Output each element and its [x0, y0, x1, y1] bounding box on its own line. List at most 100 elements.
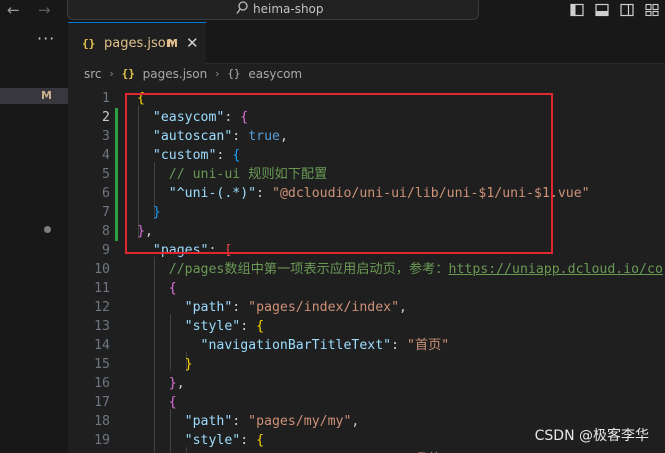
breadcrumb-symbol[interactable]: easycom	[248, 66, 302, 82]
code-token-punct	[137, 357, 185, 372]
line-number: 17	[94, 395, 110, 410]
code-token-link[interactable]: https://uniapp.dcloud.io/co	[449, 262, 663, 277]
git-modified-marker[interactable]	[115, 203, 118, 222]
json-file-icon: {}	[121, 67, 135, 80]
command-center-text: heima-shop	[253, 2, 324, 16]
code-line[interactable]: 11 {	[68, 279, 665, 298]
layout-controls	[570, 2, 659, 18]
code-token-punct: ,	[176, 376, 185, 391]
code-text: "style": {	[137, 317, 264, 336]
code-text: }	[137, 355, 193, 374]
annotation-highlight-box	[125, 93, 553, 254]
code-text: },	[137, 374, 185, 393]
line-number: 14	[94, 338, 110, 353]
line-number: 16	[94, 376, 110, 391]
code-text: "path": "pages/my/my",	[137, 412, 360, 431]
breadcrumb: src › {} pages.json › {} easycom	[84, 66, 302, 82]
code-token-punct	[137, 395, 169, 410]
line-number: 3	[102, 129, 110, 144]
line-number: 5	[102, 167, 110, 182]
code-token-brace2: {	[168, 281, 177, 296]
code-token-punct	[137, 338, 201, 353]
code-token-brace1: }	[184, 357, 193, 372]
code-text: //pages数组中第一项表示应用启动页，参考：https://uniapp.d…	[137, 260, 663, 279]
code-token-punct	[137, 376, 169, 391]
line-number: 6	[102, 186, 110, 201]
line-number: 12	[94, 300, 110, 315]
chevron-right-icon: ›	[109, 67, 114, 80]
code-line[interactable]: 12 "path": "pages/index/index",	[68, 298, 665, 317]
arrow-left-icon[interactable]: ←	[7, 1, 20, 19]
toggle-primary-sidebar-icon[interactable]	[570, 3, 584, 17]
code-token-key: "path"	[184, 414, 233, 429]
code-token-punct	[137, 262, 169, 277]
code-token-punct	[137, 300, 185, 315]
code-token-brace2: {	[168, 395, 177, 410]
code-token-punct: :	[391, 338, 407, 353]
search-icon	[236, 1, 248, 14]
code-token-key: "path"	[184, 300, 233, 315]
git-modified-marker[interactable]	[115, 127, 118, 146]
modified-badge: M	[41, 89, 52, 102]
code-token-punct: :	[240, 433, 257, 448]
code-token-str: "pages/my/my"	[248, 414, 352, 429]
code-text: "style": {	[137, 431, 264, 450]
git-modified-marker[interactable]	[115, 165, 118, 184]
code-token-punct	[137, 281, 169, 296]
code-line[interactable]: 10 //pages数组中第一项表示应用启动页，参考：https://uniap…	[68, 260, 665, 279]
code-token-punct: :	[232, 414, 249, 429]
code-token-brace1: {	[256, 433, 265, 448]
line-number: 9	[102, 243, 110, 258]
code-token-punct	[137, 414, 185, 429]
line-number: 13	[94, 319, 110, 334]
code-token-key: "style"	[184, 433, 241, 448]
code-line[interactable]: 17 {	[68, 393, 665, 412]
line-number: 1	[102, 91, 110, 106]
line-number: 4	[102, 148, 110, 163]
arrow-right-icon[interactable]: →	[38, 1, 51, 19]
breadcrumb-folder[interactable]: src	[84, 66, 102, 82]
line-number: 7	[102, 205, 110, 220]
code-token-str: "首页"	[406, 338, 450, 353]
code-token-comment: //pages数组中第一项表示应用启动页，参考：	[168, 262, 449, 277]
code-token-brace2: }	[168, 376, 177, 391]
editor-tab-bar: {} pages.json M ✕	[68, 22, 665, 64]
line-number: 10	[94, 262, 110, 277]
code-token-punct	[137, 433, 185, 448]
line-number: 11	[94, 281, 110, 296]
code-line[interactable]: 14 "navigationBarTitleText": "首页"	[68, 336, 665, 355]
breadcrumb-file[interactable]: pages.json	[143, 66, 208, 82]
sidebar-selected-item[interactable]: M	[0, 88, 68, 104]
tab-pages-json[interactable]: {} pages.json M ✕	[68, 22, 206, 64]
code-line[interactable]: 16 },	[68, 374, 665, 393]
code-text: {	[137, 393, 177, 412]
git-modified-marker[interactable]	[115, 184, 118, 203]
more-actions-icon[interactable]: ···	[37, 31, 55, 47]
toggle-secondary-sidebar-icon[interactable]	[620, 3, 634, 17]
code-text: "path": "pages/index/index",	[137, 298, 407, 317]
line-number: 19	[94, 433, 110, 448]
explorer-sidebar: ··· M	[0, 22, 68, 453]
code-line[interactable]: 13 "style": {	[68, 317, 665, 336]
git-modified-marker[interactable]	[115, 108, 118, 127]
code-token-punct	[137, 319, 185, 334]
code-token-brace1: {	[256, 319, 265, 334]
code-token-punct: ,	[399, 300, 407, 315]
line-number: 8	[102, 224, 110, 239]
code-token-key: "style"	[184, 319, 241, 334]
customize-layout-icon[interactable]	[645, 3, 659, 17]
code-line[interactable]: 15 }	[68, 355, 665, 374]
line-number: 2	[102, 110, 110, 125]
code-token-punct: ,	[351, 414, 360, 429]
line-number: 15	[94, 357, 110, 372]
object-symbol-icon: {}	[227, 67, 241, 80]
code-token-str: "pages/index/index"	[248, 300, 400, 315]
title-bar: ← → heima-shop	[0, 0, 665, 22]
breakpoint-dot-icon	[44, 226, 51, 233]
git-modified-marker[interactable]	[115, 222, 118, 241]
git-modified-marker[interactable]	[115, 146, 118, 165]
toggle-panel-icon[interactable]	[595, 3, 609, 17]
tab-modified-badge: M	[167, 37, 178, 50]
command-center-search[interactable]: heima-shop	[67, 0, 479, 20]
close-icon[interactable]: ✕	[186, 35, 199, 51]
